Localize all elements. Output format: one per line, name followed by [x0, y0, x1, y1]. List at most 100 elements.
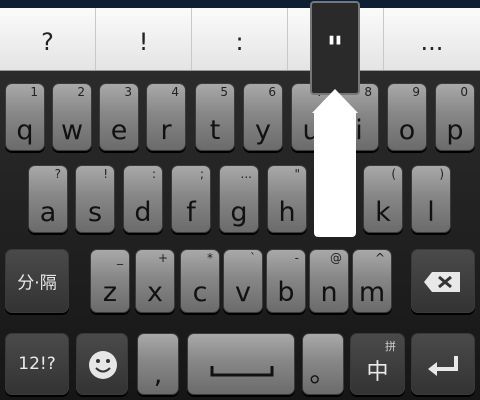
key-label: g: [230, 197, 248, 228]
key-label: b: [277, 277, 295, 308]
key-d[interactable]: :d: [123, 165, 163, 233]
key-f[interactable]: ; f: [171, 165, 211, 233]
comma-key-label: ,: [153, 359, 163, 390]
key-n[interactable]: @ n: [309, 249, 349, 313]
period-key[interactable]: 。: [302, 333, 344, 395]
key-label: d: [134, 197, 152, 228]
symbols-key[interactable]: 12!?: [5, 333, 69, 395]
period-key-label: 。: [309, 358, 337, 389]
key-label: a: [39, 197, 57, 228]
key-label: o: [398, 115, 416, 146]
key-preview-popup: ": [310, 1, 360, 237]
key-sub-label: 8: [364, 85, 372, 99]
candidate-question[interactable]: ?: [0, 8, 96, 70]
key-label: y: [255, 115, 271, 146]
symbols-key-label: 12!?: [18, 354, 56, 374]
candidate-exclamation[interactable]: !: [96, 8, 192, 70]
backspace-icon: [424, 272, 460, 292]
key-z[interactable]: _ z: [90, 249, 130, 313]
key-label: s: [87, 197, 103, 228]
backspace-key[interactable]: [411, 249, 475, 313]
space-key[interactable]: [187, 333, 295, 395]
key-t[interactable]: 5t: [195, 83, 235, 151]
key-label: x: [147, 277, 163, 308]
key-sub-label: `: [250, 251, 256, 265]
language-key-sub-label: 拼: [385, 340, 396, 353]
key-label: r: [160, 115, 172, 146]
key-sub-label: +: [157, 251, 168, 265]
key-h[interactable]: " h: [267, 165, 307, 233]
space-bar-icon: [210, 366, 274, 377]
key-sub-label: _: [117, 251, 123, 265]
key-sub-label: ...: [240, 167, 252, 181]
key-sub-label: 6: [268, 85, 276, 99]
candidate-colon[interactable]: :: [192, 8, 288, 70]
key-preview-char: ": [326, 29, 344, 67]
language-key-label: 中: [366, 360, 389, 385]
key-c[interactable]: * c: [180, 249, 220, 313]
enter-icon: [428, 356, 458, 376]
smiley-icon: [89, 351, 117, 379]
key-sub-label: 0: [460, 85, 468, 99]
key-label: n: [320, 277, 338, 308]
split-key-label: 分·隔: [17, 273, 57, 294]
key-label: h: [278, 197, 296, 228]
key-x[interactable]: + x: [135, 249, 175, 313]
key-b[interactable]: -b: [266, 249, 306, 313]
key-label: m: [358, 277, 386, 308]
key-sub-label: ;: [199, 167, 204, 181]
key-g[interactable]: ... g: [219, 165, 259, 233]
key-sub-label: 5: [220, 85, 228, 99]
key-e[interactable]: 3e: [99, 83, 139, 151]
key-p[interactable]: 0p: [435, 83, 475, 151]
key-sub-label: ": [294, 167, 300, 181]
key-label: t: [209, 115, 221, 146]
key-o[interactable]: 9o: [387, 83, 427, 151]
key-label: l: [427, 197, 435, 228]
emoji-key[interactable]: [76, 333, 128, 395]
language-key[interactable]: 拼 中: [350, 333, 405, 395]
key-a[interactable]: ? a: [28, 165, 68, 233]
key-preview-bubble: ": [310, 1, 360, 95]
key-l[interactable]: ) l: [411, 165, 451, 233]
key-label: z: [102, 277, 118, 308]
key-q[interactable]: 1q: [5, 83, 45, 151]
key-label: q: [16, 115, 34, 146]
key-sub-label: 2: [77, 85, 85, 99]
key-sub-label: ?: [54, 167, 61, 181]
key-label: e: [110, 115, 128, 146]
key-v[interactable]: ` v: [223, 249, 263, 313]
key-sub-label: -: [294, 251, 299, 265]
candidate-ellipsis[interactable]: ...: [384, 8, 480, 70]
key-sub-label: *: [207, 251, 213, 265]
comma-key[interactable]: ,: [137, 333, 179, 395]
key-sub-label: ^: [374, 251, 385, 265]
key-label: c: [192, 277, 208, 308]
key-label: k: [375, 197, 391, 228]
key-k[interactable]: (k: [363, 165, 403, 233]
key-w[interactable]: 2w: [52, 83, 92, 151]
key-sub-label: !: [103, 167, 108, 181]
keyboard: 1q 2w 3e 4r 5t 6y 7u 8i 9o 0p ?a !s :d ;…: [0, 71, 480, 400]
enter-key[interactable]: [411, 333, 475, 395]
candidate-bar: ? ! : " ...: [0, 8, 480, 71]
key-r[interactable]: 4r: [146, 83, 186, 151]
key-label: w: [60, 115, 84, 146]
key-m[interactable]: ^ m: [352, 249, 392, 313]
key-preview-arrow: [312, 89, 358, 237]
status-bar-edge: [0, 0, 480, 8]
key-sub-label: ): [439, 167, 444, 181]
key-sub-label: :: [151, 167, 156, 181]
key-sub-label: (: [391, 167, 396, 181]
key-label: p: [446, 115, 464, 146]
key-sub-label: 4: [171, 85, 179, 99]
key-sub-label: 1: [30, 85, 38, 99]
key-label: v: [235, 277, 251, 308]
key-y[interactable]: 6y: [243, 83, 283, 151]
key-sub-label: 3: [124, 85, 132, 99]
key-sub-label: @: [330, 251, 342, 265]
key-sub-label: 9: [412, 85, 420, 99]
split-key[interactable]: 分·隔: [5, 249, 69, 313]
key-label: f: [186, 197, 196, 228]
key-s[interactable]: ! s: [75, 165, 115, 233]
